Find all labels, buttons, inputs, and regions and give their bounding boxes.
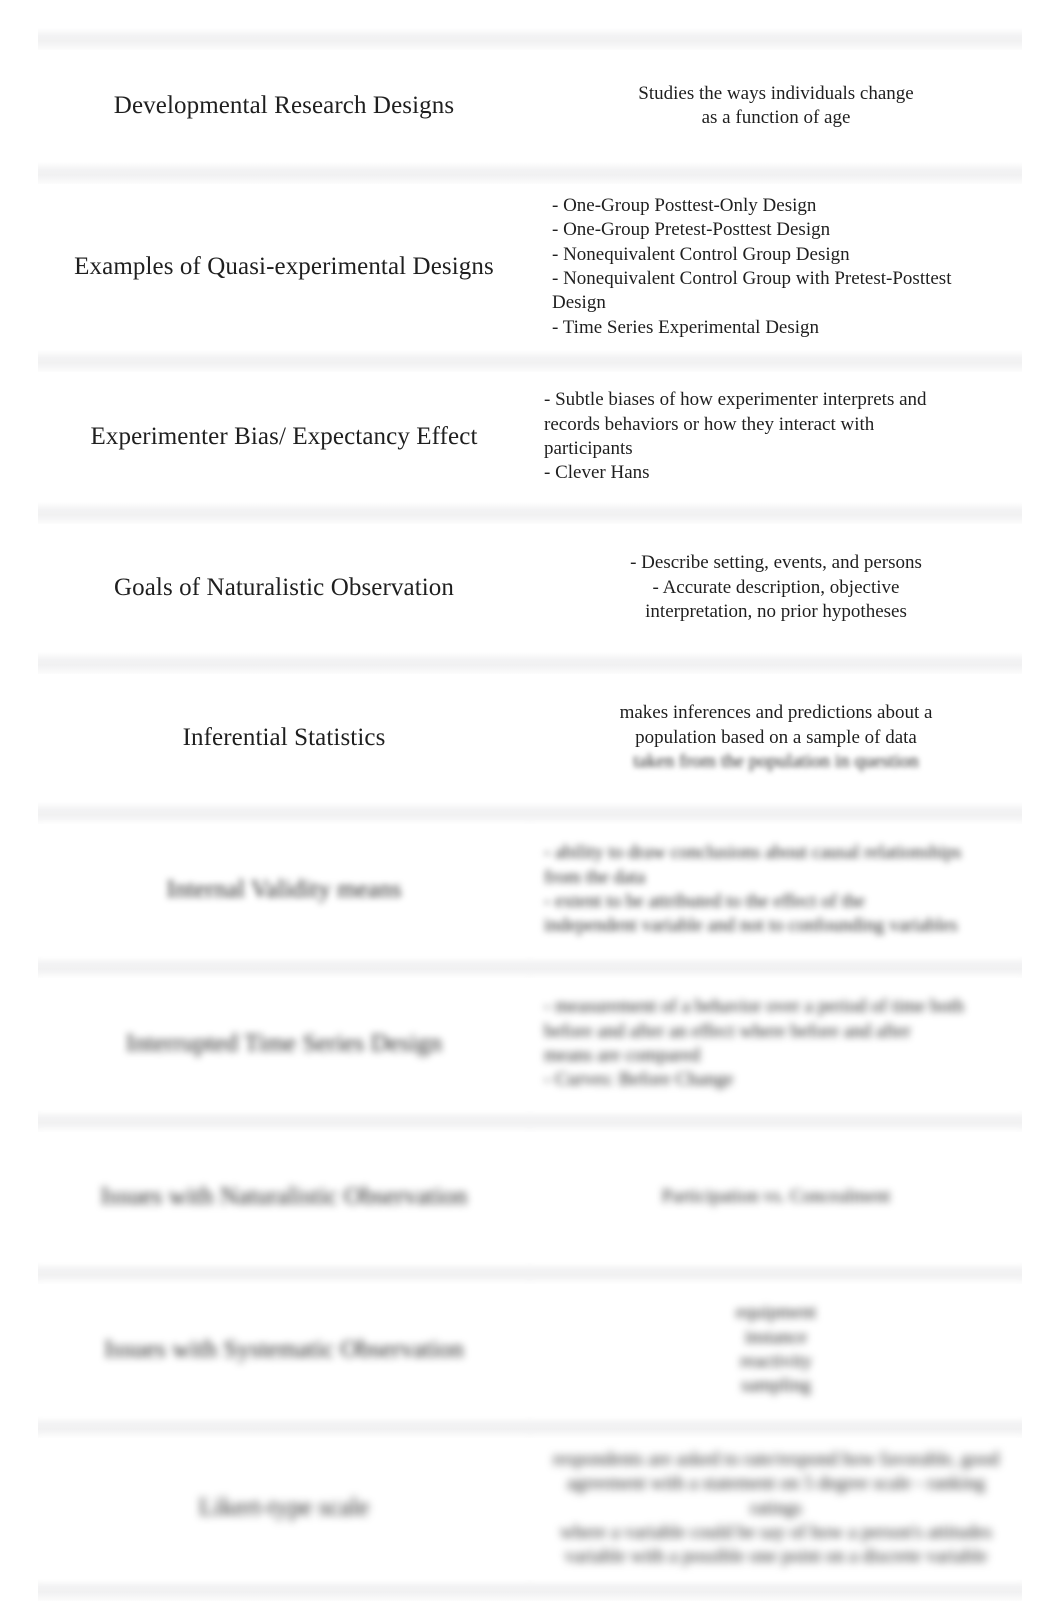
row-separator-band [38,1415,1022,1438]
list-item: - Time Series Experimental Design [552,316,820,338]
card-definition: - Subtle biases of how experimenter inte… [530,371,1022,502]
row-separator-band [38,955,1022,978]
definition-line: Studies the ways individuals change [638,82,914,104]
row-separator-band [38,1109,1022,1132]
definition-line: means are compared [544,1044,701,1066]
list-item: - Nonequivalent Control Group with Prete… [552,267,952,314]
row-separator [38,1109,1022,1132]
definition-line: - Clever Hans [544,462,650,484]
definition-line: variable with a possible one point on a … [564,1546,988,1568]
definition-line: records behaviors or how they interact w… [544,413,875,435]
card-term: Issues with Naturalistic Observation [38,1131,530,1262]
card-term: Issues with Systematic Observation [38,1283,530,1416]
definition-line: agreement with a statement on 5 degree s… [566,1473,986,1519]
definition-line: equipment [735,1302,817,1324]
flashcard-table: Developmental Research Designs Studies t… [38,28,1022,1601]
card-definition: - measurement of a behavior over a perio… [530,977,1022,1110]
definition-line: reactivity [740,1350,812,1372]
definition-line-unrendered: taken from the population in question [633,751,919,773]
row-separator [38,955,1022,978]
card-definition: makes inferences and predictions about a… [530,673,1022,802]
page-canvas: Developmental Research Designs Studies t… [0,0,1062,1601]
row-separator [38,651,1022,674]
row-separator-band [38,651,1022,674]
card-definition: respondents are asked to rate/respond ho… [530,1437,1022,1580]
table-row[interactable]: Interrupted Time Series Design - measure… [38,977,1022,1110]
row-separator-band [38,801,1022,824]
list-item: - One-Group Pretest-Posttest Design [552,219,831,241]
definition-line: independent variable and not to confound… [544,915,958,937]
row-separator-band [38,162,1022,184]
definition-line: before and after an effect where before … [544,1020,911,1042]
definition-line: respondents are asked to rate/respond ho… [552,1448,1000,1470]
table-row[interactable]: Likert-type scale respondents are asked … [38,1437,1022,1580]
definition-line: - Describe setting, events, and persons [630,552,922,574]
table-row[interactable]: Experimenter Bias/ Expectancy Effect - S… [38,371,1022,502]
table-row[interactable]: Goals of Naturalistic Observation - Desc… [38,523,1022,652]
row-separator [38,28,1022,50]
card-definition: - Describe setting, events, and persons … [530,523,1022,652]
card-term: Internal Validity means [38,823,530,956]
definition-line: - Curves: Before Change [544,1069,734,1091]
definition-line: participants [544,437,633,459]
definition-line: Participation vs. Concealment [661,1185,891,1207]
row-separator-band [38,1261,1022,1284]
definition-line: population based on a sample of data [635,726,917,748]
row-separator [38,1579,1022,1601]
list-item: - One-Group Posttest-Only Design [552,195,817,216]
row-separator-band [38,501,1022,524]
definition-line: - ability to draw conclusions about caus… [544,842,962,864]
definition-line: - Accurate description, objective [652,576,900,598]
definition-line: sampling [741,1375,811,1397]
card-term: Examples of Quasi-experimental Designs [38,184,530,350]
row-separator [38,801,1022,824]
table-row[interactable]: Developmental Research Designs Studies t… [38,50,1022,162]
definition-line: - extent to be attributed to the effect … [544,890,865,912]
definition-line: as a function of age [701,107,851,128]
list-item: - Nonequivalent Control Group Design [552,243,850,265]
table-row[interactable]: Examples of Quasi-experimental Designs -… [38,184,1022,350]
flashcard-table-body: Developmental Research Designs Studies t… [38,28,1022,1601]
table-row[interactable]: Issues with Systematic Observation equip… [38,1283,1022,1416]
card-term: Likert-type scale [38,1437,530,1580]
card-definition: - ability to draw conclusions about caus… [530,823,1022,956]
table-row[interactable]: Internal Validity means - ability to dra… [38,823,1022,956]
card-definition: - One-Group Posttest-Only Design - One-G… [530,184,1022,350]
definition-line: makes inferences and predictions about a [619,702,933,724]
card-definition: Participation vs. Concealment [530,1131,1022,1262]
card-term: Inferential Statistics [38,673,530,802]
definition-list: - One-Group Posttest-Only Design - One-G… [544,194,1008,340]
definition-line: interpretation, no prior hypotheses [645,601,907,623]
card-term: Interrupted Time Series Design [38,977,530,1110]
row-separator [38,349,1022,372]
row-separator-band [38,28,1022,50]
row-separator [38,1415,1022,1438]
table-row[interactable]: Issues with Naturalistic Observation Par… [38,1131,1022,1262]
row-separator-band [38,349,1022,372]
table-row[interactable]: Inferential Statistics makes inferences … [38,673,1022,802]
definition-line: from the data [544,866,646,888]
card-definition: equipment instance reactivity sampling [530,1283,1022,1416]
definition-line: - measurement of a behavior over a perio… [544,996,964,1018]
row-separator [38,1261,1022,1284]
row-separator [38,162,1022,184]
card-term: Experimenter Bias/ Expectancy Effect [38,371,530,502]
definition-line: instance [744,1326,808,1348]
row-separator-band [38,1579,1022,1601]
card-term: Developmental Research Designs [38,50,530,162]
definition-line: where a variable could be say of how a p… [560,1521,992,1543]
card-term: Goals of Naturalistic Observation [38,523,530,652]
row-separator [38,501,1022,524]
card-definition: Studies the ways individuals change as a… [530,50,1022,162]
definition-line: - Subtle biases of how experimenter inte… [544,389,927,411]
